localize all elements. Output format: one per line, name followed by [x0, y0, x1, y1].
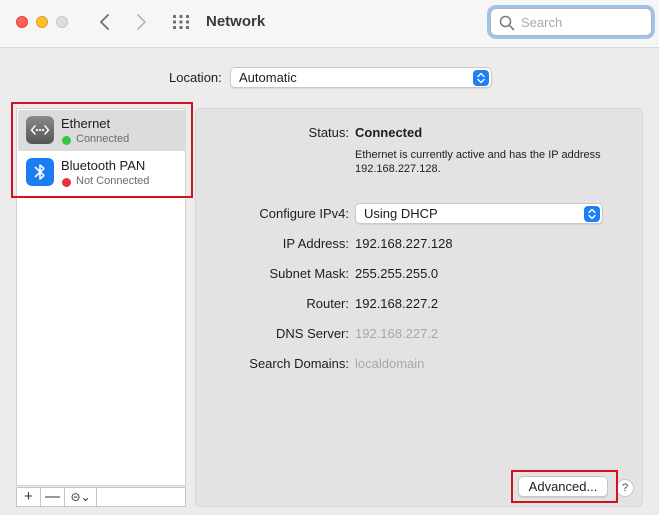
bluetooth-icon	[26, 158, 54, 186]
zoom-window-button[interactable]	[56, 16, 68, 28]
ethernet-icon	[26, 116, 54, 144]
status-label: Status:	[308, 125, 349, 140]
search-input[interactable]	[521, 14, 641, 30]
service-item-bluetooth-pan[interactable]: Bluetooth PAN Not Connected	[18, 152, 186, 193]
chevron-left-icon	[100, 14, 109, 30]
remove-service-button[interactable]: —	[41, 488, 65, 506]
help-button[interactable]: ?	[616, 479, 634, 497]
location-value: Automatic	[239, 70, 297, 85]
service-item-ethernet[interactable]: Ethernet Connected	[18, 110, 186, 151]
service-status: Connected	[76, 133, 130, 145]
subnet-mask-label: Subnet Mask:	[269, 266, 350, 281]
configure-ipv4-popup[interactable]: Using DHCP	[355, 203, 603, 224]
search-domains-label: Search Domains:	[249, 356, 349, 371]
configure-ipv4-value: Using DHCP	[364, 206, 438, 221]
show-all-grid-button[interactable]	[172, 14, 190, 30]
search-field[interactable]	[490, 8, 652, 36]
close-window-button[interactable]	[16, 16, 28, 28]
search-domains-value: localdomain	[355, 356, 425, 371]
forward-button[interactable]	[130, 11, 152, 33]
add-service-button[interactable]: +	[17, 488, 41, 506]
ip-address-label: IP Address:	[282, 236, 349, 251]
status-dot	[62, 136, 71, 145]
service-status: Not Connected	[76, 175, 150, 187]
action-menu-button[interactable]: ⊝⌄	[65, 488, 97, 506]
status-value: Connected	[355, 125, 423, 140]
popup-stepper-icon	[473, 70, 489, 86]
minimize-window-button[interactable]	[36, 16, 48, 28]
advanced-button[interactable]: Advanced...	[518, 476, 608, 497]
chevron-right-icon	[137, 14, 146, 30]
status-dot	[62, 178, 71, 187]
dns-server-label: DNS Server:	[276, 326, 349, 341]
back-button[interactable]	[94, 11, 116, 33]
window-title: Network	[206, 13, 266, 30]
popup-stepper-icon	[584, 206, 600, 222]
grid-icon	[173, 15, 189, 29]
service-name: Bluetooth PAN	[61, 158, 146, 173]
title-bar: Network	[0, 0, 659, 48]
status-description: Ethernet is currently active and has the…	[355, 149, 601, 175]
dns-server-value: 192.168.227.2	[355, 326, 439, 341]
location-popup[interactable]: Automatic	[230, 67, 492, 88]
configure-ipv4-label: Configure IPv4:	[259, 206, 349, 221]
router-value: 192.168.227.2	[355, 296, 439, 311]
service-list-toolbar: + — ⊝⌄	[16, 487, 186, 507]
ip-address-value: 192.168.227.128	[355, 236, 453, 251]
router-label: Router:	[306, 296, 349, 311]
service-name: Ethernet	[61, 116, 111, 131]
search-icon	[499, 15, 515, 31]
subnet-mask-value: 255.255.255.0	[355, 266, 439, 281]
location-label: Location:	[169, 70, 222, 85]
service-list: Ethernet Connected Bluetooth PAN Not Con…	[16, 108, 186, 486]
